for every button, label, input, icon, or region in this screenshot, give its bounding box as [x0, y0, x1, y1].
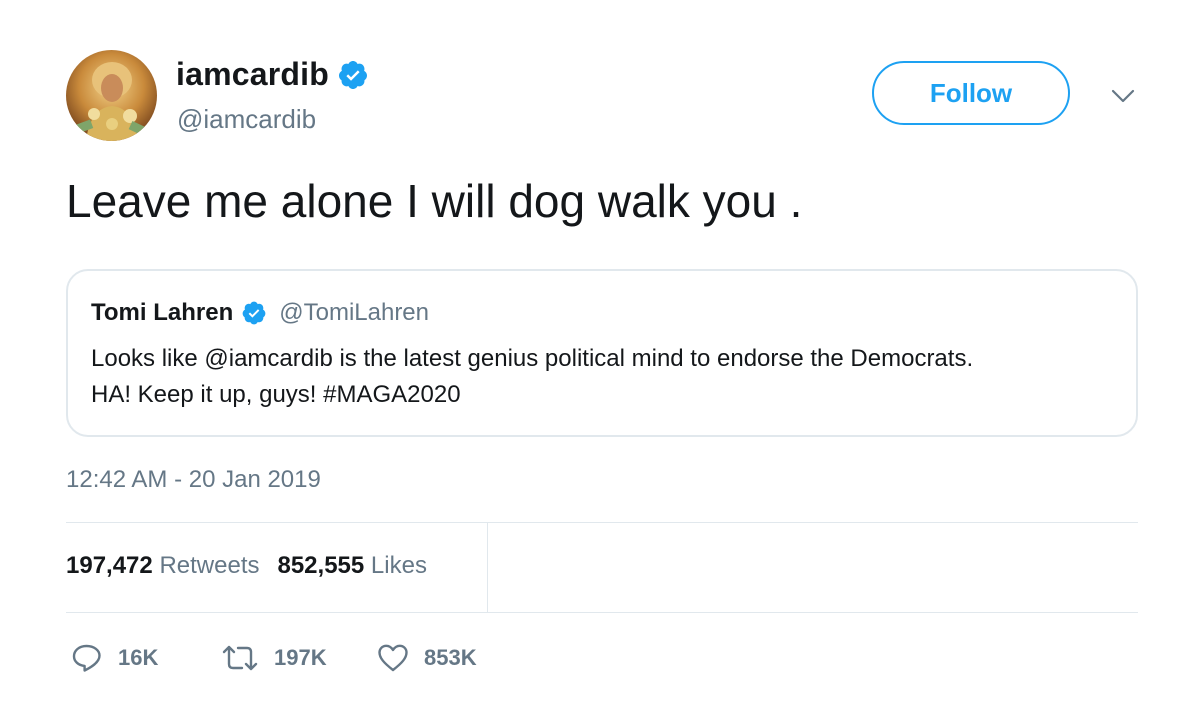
like-count: 853K: [424, 645, 477, 670]
reply-button[interactable]: 16K: [70, 642, 220, 674]
follow-button[interactable]: Follow: [872, 61, 1070, 125]
reply-count: 16K: [118, 645, 159, 670]
retweet-icon: [222, 645, 258, 671]
quoted-author-name: Tomi Lahren: [91, 299, 234, 326]
quoted-author-handle: @TomiLahren: [279, 299, 429, 326]
author-handle[interactable]: @iamcardib: [177, 104, 316, 135]
avatar-image: [66, 50, 157, 141]
likes-label: Likes: [370, 552, 427, 579]
retweet-button[interactable]: 197K: [220, 642, 376, 674]
heart-icon: [378, 644, 408, 672]
retweets-count: 197,472: [66, 552, 153, 579]
verified-badge-icon: [337, 59, 369, 91]
author-name-row[interactable]: iamcardib: [176, 56, 369, 93]
divider: [66, 612, 1138, 613]
quoted-tweet-line: Looks like @iamcardib is the latest geni…: [91, 345, 974, 372]
retweet-count: 197K: [274, 645, 327, 670]
avatar[interactable]: [66, 50, 157, 141]
divider: [66, 522, 1138, 523]
chevron-down-icon[interactable]: [1110, 86, 1136, 106]
author-display-name[interactable]: iamcardib: [176, 56, 329, 93]
quoted-tweet-header: Tomi Lahren @TomiLahren: [91, 299, 429, 327]
tweet-timestamp[interactable]: 12:42 AM - 20 Jan 2019: [66, 466, 321, 494]
tweet-text: Leave me alone I will dog walk you .: [66, 175, 803, 227]
quoted-tweet[interactable]: Tomi Lahren @TomiLahren Looks like @iamc…: [66, 269, 1138, 437]
likes-count: 852,555: [277, 552, 365, 579]
quoted-tweet-text: Looks like @iamcardib is the latest geni…: [91, 341, 1111, 413]
likes-stat[interactable]: 852,555 Likes: [277, 552, 426, 580]
tweet-actions: 16K 197K 853K: [70, 640, 526, 676]
verified-badge-icon: [241, 300, 267, 326]
retweets-stat[interactable]: 197,472 Retweets: [66, 552, 259, 580]
quoted-tweet-line: HA! Keep it up, guys! #MAGA2020: [91, 381, 461, 408]
reply-icon: [72, 644, 101, 672]
divider: [487, 523, 488, 612]
tweet-card: iamcardib @iamcardib Follow Leave me alo…: [0, 0, 1200, 713]
retweets-label: Retweets: [159, 552, 260, 579]
tweet-stats: 197,472 Retweets 852,555 Likes: [66, 552, 427, 580]
like-button[interactable]: 853K: [376, 642, 526, 674]
